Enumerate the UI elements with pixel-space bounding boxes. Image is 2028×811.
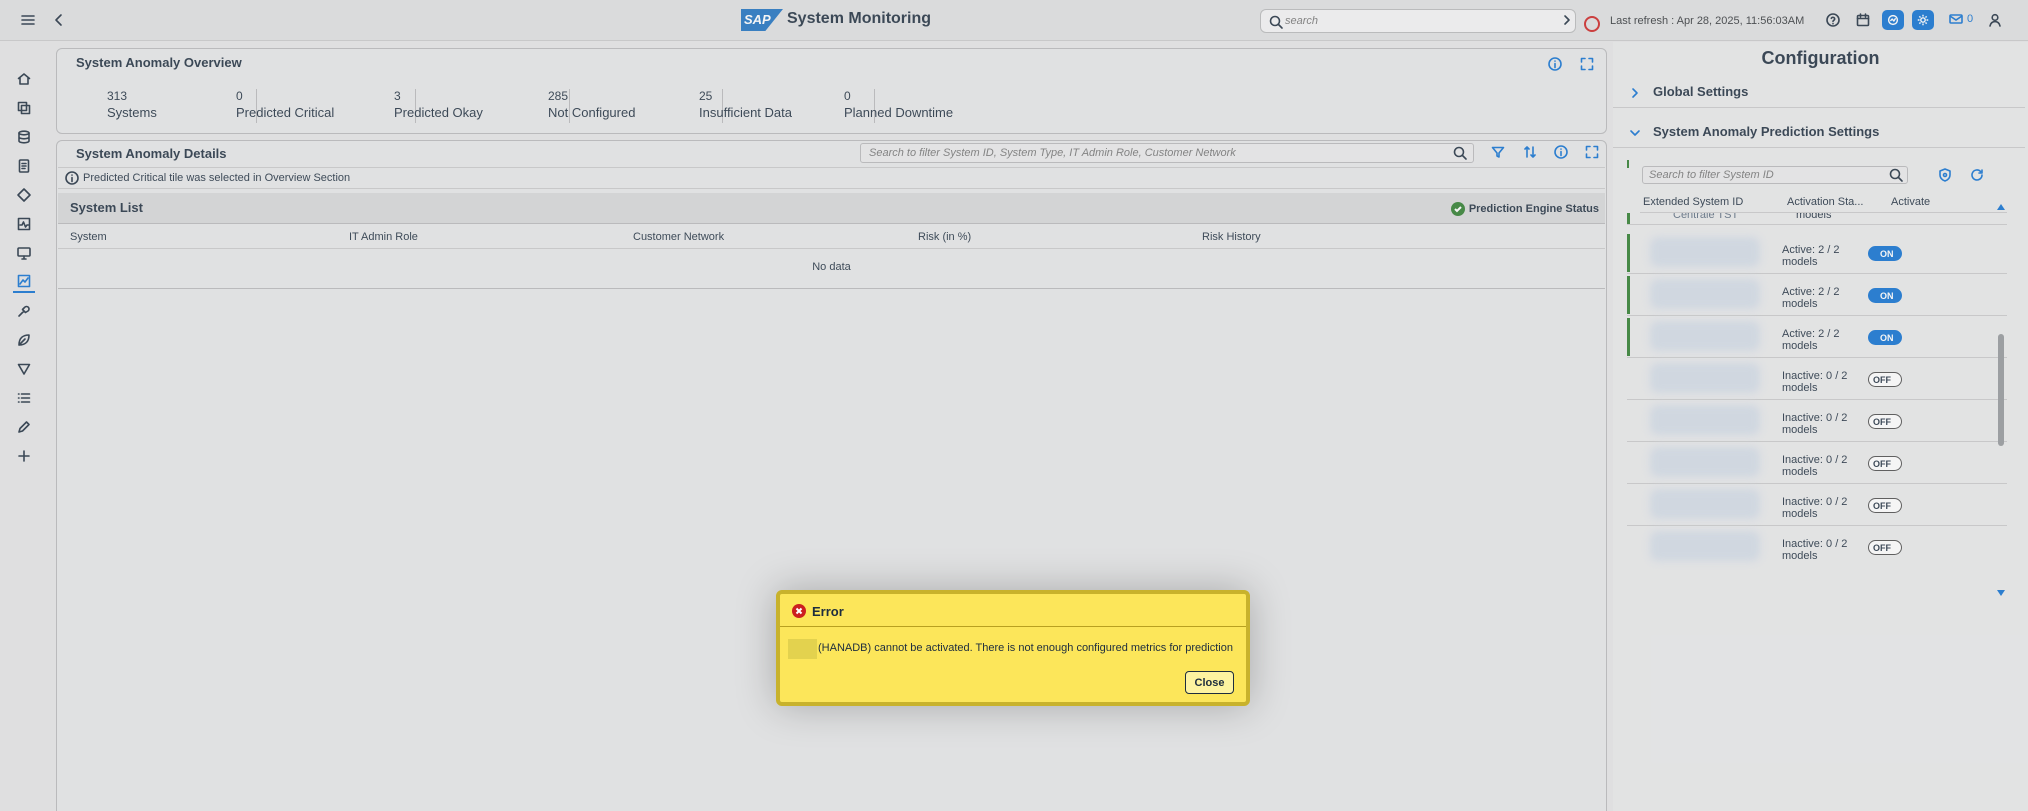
dialog-header: Error (780, 594, 1246, 627)
dialog-title: Error (812, 604, 844, 619)
error-icon (792, 604, 806, 618)
error-dialog: Error (HANADB) cannot be activated. Ther… (776, 590, 1250, 706)
dialog-message: (HANADB) cannot be activated. There is n… (818, 642, 1233, 654)
close-button[interactable]: Close (1185, 671, 1234, 694)
redacted-system-name (788, 639, 817, 659)
